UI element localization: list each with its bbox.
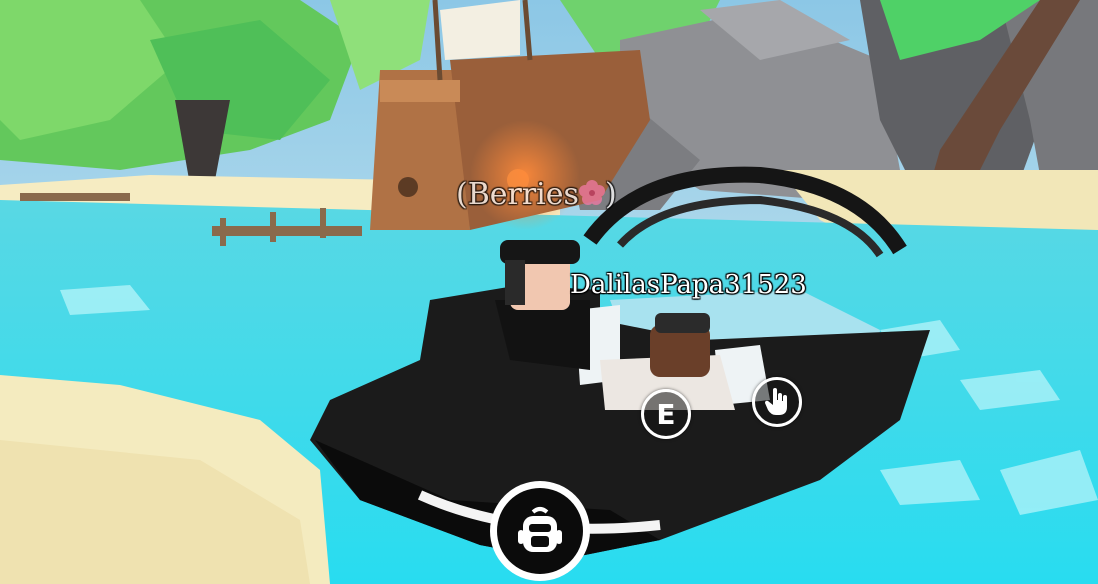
player-nametag: DalilasPapa31523 xyxy=(570,270,807,300)
hibiscus-flower-icon xyxy=(578,180,605,205)
player-avatar-girl xyxy=(495,240,590,370)
backpack-button[interactable] xyxy=(490,481,590,581)
lantern-glow xyxy=(470,120,580,230)
hand-interact-button[interactable] xyxy=(752,377,802,427)
backpack-icon xyxy=(518,507,562,552)
pet-nametag: (Berries ) xyxy=(456,180,617,210)
backpack-button-inner xyxy=(497,488,583,574)
pet-name-close: ) xyxy=(604,177,617,212)
pet-name: (Berries xyxy=(456,177,579,212)
interact-e-button[interactable]: E xyxy=(641,389,691,439)
interact-key-label: E xyxy=(656,397,676,431)
hand-pointer-icon xyxy=(764,388,787,415)
